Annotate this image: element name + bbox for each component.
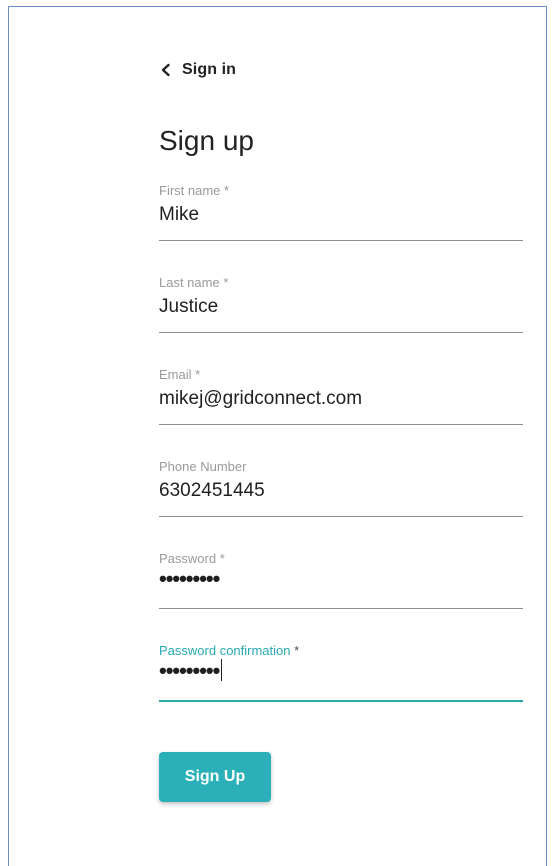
back-link-label: Sign in [182,61,237,78]
phone-number-input[interactable]: 6302451445 [159,479,523,503]
last-name-underline [159,332,523,333]
phone-number-field[interactable]: Phone Number 6302451445 [159,459,523,525]
last-name-label: Last name * [159,275,229,290]
password-confirmation-underline [159,700,523,702]
phone-number-label: Phone Number [159,459,247,474]
last-name-field[interactable]: Last name * Justice [159,275,523,341]
first-name-input[interactable]: Mike [159,203,523,227]
sign-up-button[interactable]: Sign Up [159,752,271,802]
password-confirmation-label: Password confirmation * [159,643,300,658]
password-confirmation-value: ••••••••• [159,658,220,683]
email-input[interactable]: mikej@gridconnect.com [159,387,523,411]
phone-number-underline [159,516,523,517]
signup-panel: Sign in Sign up First name * Mike Last n… [8,6,547,866]
first-name-field[interactable]: First name * Mike [159,183,523,249]
page-title: Sign up [159,125,254,156]
first-name-label: First name * [159,183,230,198]
email-field[interactable]: Email * mikej@gridconnect.com [159,367,523,433]
first-name-underline [159,240,523,241]
chevron-left-icon [161,63,170,77]
password-input[interactable]: ••••••••• [159,567,523,591]
last-name-input[interactable]: Justice [159,295,523,319]
back-to-sign-in-link[interactable]: Sign in [159,59,236,81]
password-label: Password * [159,551,225,566]
email-underline [159,424,523,425]
email-label: Email * [159,367,201,382]
password-confirmation-input[interactable]: ••••••••• [159,659,523,683]
text-caret [221,659,223,682]
password-underline [159,608,523,609]
password-field[interactable]: Password * ••••••••• [159,551,523,617]
password-confirmation-field[interactable]: Password confirmation * ••••••••• [159,643,523,709]
